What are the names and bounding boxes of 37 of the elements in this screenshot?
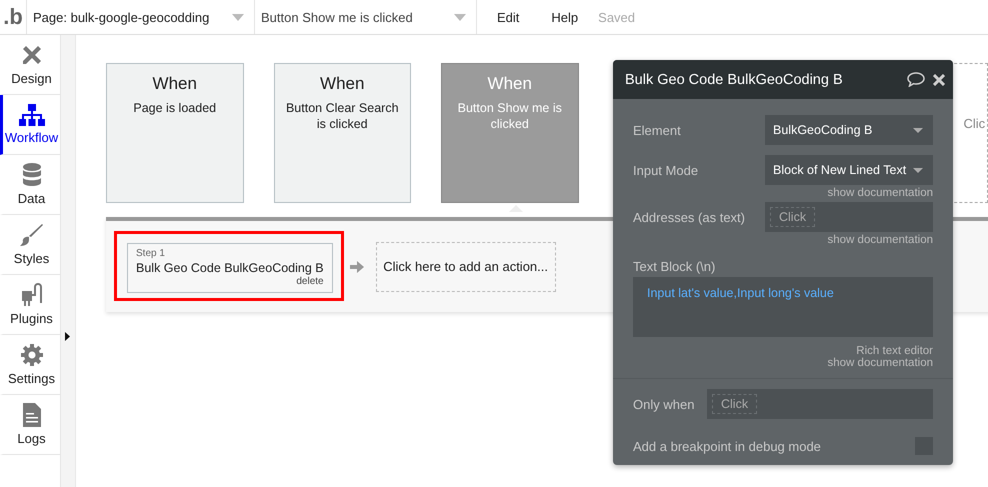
expand-icon[interactable] xyxy=(65,332,70,341)
field-label: Element xyxy=(633,122,681,138)
save-status: Saved xyxy=(598,10,636,24)
field-label: Addresses (as text) xyxy=(633,210,745,224)
event-dropdown[interactable]: Button Show me is clicked xyxy=(255,0,477,34)
document-icon xyxy=(22,403,40,427)
field-label: Text Block (\n) xyxy=(633,259,716,274)
caret-icon xyxy=(913,168,923,172)
menu-item[interactable]: Help xyxy=(535,0,594,34)
step-label: Step 1 xyxy=(136,248,166,258)
caret-icon xyxy=(232,14,244,20)
caret-icon xyxy=(913,128,923,132)
logo: .b xyxy=(3,4,23,30)
dropdown[interactable]: Block of New Lined Text xyxy=(765,155,933,185)
dropdown[interactable]: BulkGeoCoding B xyxy=(765,115,933,145)
database-icon xyxy=(22,163,42,187)
close-icon[interactable] xyxy=(933,74,945,86)
field-label: Only when xyxy=(633,396,694,412)
step-card[interactable]: Step 1 Bulk Geo Code BulkGeoCoding B delete xyxy=(114,230,344,300)
brush-icon xyxy=(20,223,44,247)
caret-icon xyxy=(454,14,466,20)
add-action-button[interactable]: Click here to add an action... xyxy=(376,242,556,292)
checkbox-label: Add a breakpoint in debug mode xyxy=(633,438,821,454)
delete-link[interactable]: delete xyxy=(296,276,324,288)
gear-icon xyxy=(20,343,44,367)
step-title: Bulk Geo Code BulkGeoCoding B xyxy=(136,260,324,276)
arrow-icon xyxy=(350,260,364,272)
plug-icon xyxy=(20,283,44,307)
comment-icon[interactable] xyxy=(907,72,925,87)
panel-title: Bulk Geo Code BulkGeoCoding B xyxy=(625,72,844,88)
event-card[interactable]: When Button Clear Search is clicked xyxy=(274,63,411,203)
menu-item[interactable]: Edit xyxy=(481,0,536,34)
sidebar-item[interactable]: Workflow xyxy=(0,95,60,155)
hierarchy-icon xyxy=(18,104,44,126)
page-dropdown[interactable]: Page: bulk-google-geocodding xyxy=(27,0,255,34)
field-label: Input Mode xyxy=(633,162,698,178)
event-card[interactable]: When Page is loaded xyxy=(106,63,244,203)
